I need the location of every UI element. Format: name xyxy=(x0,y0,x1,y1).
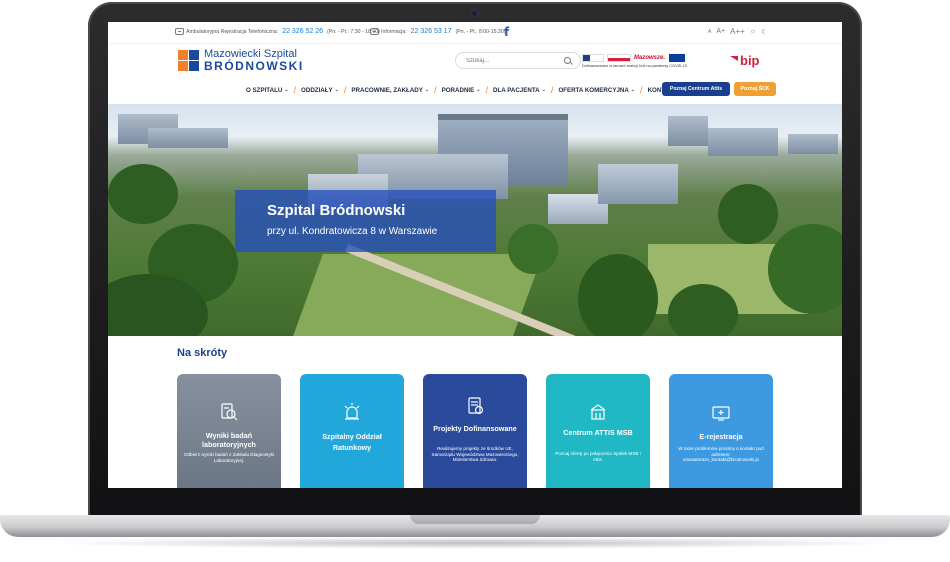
e-registration-icon xyxy=(712,406,730,421)
poland-flag-logo xyxy=(607,53,631,62)
nav-item[interactable]: ODDZIAŁY ⌄ xyxy=(301,87,339,94)
funded-projects-icon xyxy=(468,397,484,415)
facebook-icon[interactable]: f xyxy=(504,26,512,38)
hero-banner: Szpital Bródnowski przy ul. Kondratowicz… xyxy=(108,104,842,336)
funding-caption: Dofinansowano w ramach reakcji Unii na p… xyxy=(582,64,687,68)
hero-title: Szpital Bródnowski xyxy=(267,202,406,219)
hero-caption-box: Szpital Bródnowski przy ul. Kondratowicz… xyxy=(235,190,496,252)
nav-menu: O SZPITALU ⌄ / ODDZIAŁY ⌄ / PRACOWNIE, ZAKŁADY… xyxy=(246,85,684,95)
tile-description: Realizujemy projekty ze środków UE, Samo… xyxy=(431,446,519,463)
font-size-small-button[interactable]: A xyxy=(708,29,711,35)
dark-mode-icon[interactable]: ☾ xyxy=(761,28,767,36)
nav-separator: / xyxy=(343,85,347,95)
chevron-down-icon: ⌄ xyxy=(424,87,430,93)
phone-icon xyxy=(175,28,184,35)
tile-description: Poznaj ofertę po połączeniu Spółek MSB i… xyxy=(555,451,641,462)
font-size-large-button[interactable]: A++ xyxy=(730,27,745,36)
eu-flag-logo xyxy=(669,53,685,62)
tile-lab-results[interactable]: Wyniki badań laboratoryjnych Odbierz wyn… xyxy=(177,374,281,488)
building-icon xyxy=(590,404,606,420)
logo-line-2: BRÓDNOWSKI xyxy=(204,59,304,73)
nav-item-label: PRACOWNIE, ZAKŁADY xyxy=(351,86,423,94)
hero-subtitle: przy ul. Kondratowicza 8 w Warszawie xyxy=(267,226,438,237)
nav-separator: / xyxy=(434,85,437,95)
accessibility-controls: A A+ A++ ☼ ☾ xyxy=(708,27,768,36)
tile-description: Odbierz wyniki badań z Zakładu Diagnosty… xyxy=(183,452,275,463)
laptop-base-notch xyxy=(410,515,540,524)
font-size-medium-button[interactable]: A+ xyxy=(716,28,725,35)
emergency-light-icon xyxy=(344,403,360,420)
browser-screen: Ambulatoryjna Rejestracja Telefoniczna: … xyxy=(108,22,842,488)
webcam xyxy=(470,9,479,18)
shortcut-tiles: Wyniki badań laboratoryjnych Odbierz wyn… xyxy=(177,374,777,488)
tile-description: W razie problemów prosimy o kontakt pod … xyxy=(678,446,764,463)
chevron-down-icon: ⌄ xyxy=(541,87,546,93)
registration-phone: Ambulatoryjna Rejestracja Telefoniczna: … xyxy=(175,28,380,35)
laptop-shadow xyxy=(40,537,910,549)
hospital-logo[interactable]: Mazowiecki Szpital BRÓDNOWSKI xyxy=(178,49,304,72)
nav-separator: / xyxy=(293,85,297,95)
chevron-down-icon: ⌄ xyxy=(284,87,289,93)
tile-title: Szpitalny Oddział Ratunkowy xyxy=(322,432,382,452)
tile-title: E-rejestracja xyxy=(699,432,743,441)
nav-item[interactable]: O SZPITALU ⌄ xyxy=(246,87,289,94)
chevron-down-icon: ⌄ xyxy=(334,87,339,93)
nav-item[interactable]: OFERTA KOMERCYJNA ⌄ xyxy=(558,87,635,94)
top-info-bar: Ambulatoryjna Rejestracja Telefoniczna: … xyxy=(108,22,842,44)
search-icon[interactable] xyxy=(564,57,571,64)
nav-item-label: PORADNIE xyxy=(441,86,475,94)
mazowsze-logo: Mazowsze. xyxy=(634,54,666,61)
nav-item-label: DLA PACJENTA xyxy=(493,86,540,94)
nav-item[interactable]: DLA PACJENTA ⌄ xyxy=(493,87,546,94)
nav-item-label: OFERTA KOMERCYJNA xyxy=(558,86,629,94)
site-header: Mazowiecki Szpital BRÓDNOWSKI Mazowsze. … xyxy=(108,44,842,78)
light-mode-icon[interactable]: ☼ xyxy=(750,28,756,35)
tile-title: Projekty Dofinansowane xyxy=(433,424,517,433)
tile-title: Centrum ATTIS MSB xyxy=(563,428,633,437)
bip-link[interactable]: bip xyxy=(740,53,760,68)
logo-mark-icon xyxy=(178,50,200,71)
tile-centrum-attis[interactable]: Centrum ATTIS MSB Poznaj ofertę po połąc… xyxy=(546,374,650,488)
lab-results-icon xyxy=(221,403,238,421)
registration-phone-number[interactable]: 22 326 52 26 xyxy=(282,28,323,35)
tile-funded-projects[interactable]: Projekty Dofinansowane Realizujemy proje… xyxy=(423,374,527,488)
information-phone-number[interactable]: 22 326 53 17 xyxy=(411,28,452,35)
nav-item-label: O SZPITALU xyxy=(246,86,283,94)
search-input[interactable] xyxy=(466,55,556,66)
chevron-down-icon: ⌄ xyxy=(476,87,481,93)
information-phone-hours: (Pn. - Pt.: 8:00-15:30) xyxy=(455,28,506,35)
sck-button[interactable]: Poznaj ŚCK xyxy=(734,82,776,96)
main-navigation: O SZPITALU ⌄ / ODDZIAŁY ⌄ / PRACOWNIE, ZAKŁADY… xyxy=(108,78,842,100)
nav-separator: / xyxy=(485,85,488,95)
information-phone-label: Informacja: xyxy=(381,28,407,35)
registration-phone-label: Ambulatoryjna Rejestracja Telefoniczna: xyxy=(186,28,279,35)
nav-separator: / xyxy=(640,85,643,95)
tile-title: Wyniki badań laboratoryjnych xyxy=(202,431,256,449)
nav-separator: / xyxy=(550,85,554,95)
nav-item[interactable]: PORADNIE ⌄ xyxy=(442,87,481,94)
tile-e-registration[interactable]: E-rejestracja W razie problemów prosimy … xyxy=(669,374,773,488)
search-box xyxy=(455,52,581,69)
information-phone: Informacja: 22 326 53 17 (Pn. - Pt.: 8:0… xyxy=(370,28,505,35)
tile-emergency-ward[interactable]: Szpitalny Oddział Ratunkowy xyxy=(300,374,404,488)
centrum-attis-button[interactable]: Poznaj Centrum Attis xyxy=(662,82,730,96)
funding-logos[interactable]: Mazowsze. Dofinansowano w ramach reakcji… xyxy=(582,53,712,73)
nav-item-label: ODDZIAŁY xyxy=(301,86,333,94)
european-funds-logo xyxy=(582,53,604,62)
phone-icon xyxy=(370,28,379,35)
bip-mark-icon xyxy=(730,56,738,61)
nav-item[interactable]: PRACOWNIE, ZAKŁADY ⌄ xyxy=(351,87,429,94)
chevron-down-icon: ⌄ xyxy=(630,87,636,93)
shortcuts-heading: Na skróty xyxy=(177,347,228,359)
